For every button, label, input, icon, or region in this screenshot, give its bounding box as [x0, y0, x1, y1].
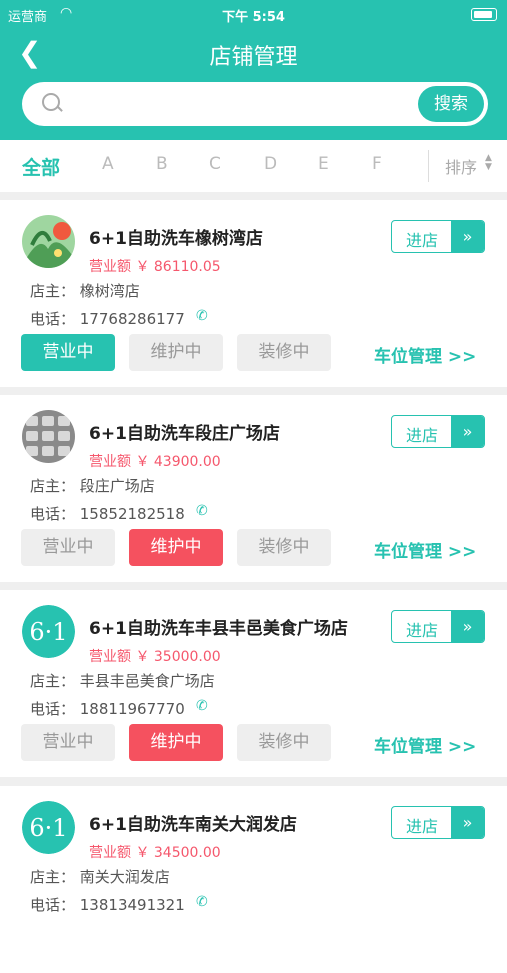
filter-bar: 全部 A B C D E F 排序 ▲ ▼ [0, 140, 507, 192]
sort-button[interactable]: 排序 [445, 154, 477, 178]
store-name: 6+1自助洗车丰县丰邑美食广场店 [89, 619, 348, 639]
store-avatar [22, 410, 75, 463]
parking-management-link[interactable]: 车位管理 >> [374, 537, 476, 562]
store-revenue: 营业额 ￥ 86110.05 [89, 259, 221, 275]
sort-icon: ▲ ▼ [485, 153, 492, 172]
store-phone: 电话： 13813491321 [30, 896, 185, 914]
double-chevron-right-icon: » [451, 807, 484, 838]
enter-store-button[interactable]: 进店 » [391, 806, 485, 839]
search-input[interactable]: 搜索 [22, 82, 488, 126]
status-renovation-button[interactable]: 装修中 [237, 334, 331, 371]
tab-e[interactable]: E [318, 154, 329, 174]
store-owner: 店主： 橡树湾店 [30, 282, 140, 300]
store-card: 6+1自助洗车橡树湾店 营业额 ￥ 86110.05 店主： 橡树湾店 电话： … [0, 200, 507, 387]
double-chevron-right-icon: » [451, 611, 484, 642]
battery-icon [471, 8, 497, 21]
store-card: 6·1 6+1自助洗车丰县丰邑美食广场店 营业额 ￥ 35000.00 店主： … [0, 590, 507, 777]
status-open-button[interactable]: 营业中 [21, 529, 115, 566]
status-renovation-button[interactable]: 装修中 [237, 529, 331, 566]
store-phone: 电话： 18811967770 [30, 700, 185, 718]
store-revenue: 营业额 ￥ 34500.00 [89, 845, 221, 861]
status-maintenance-button[interactable]: 维护中 [129, 334, 223, 371]
enter-store-label: 进店 [405, 817, 438, 836]
tab-f[interactable]: F [372, 154, 382, 174]
enter-store-button[interactable]: 进店 » [391, 220, 485, 253]
phone-icon[interactable]: ✆ [196, 894, 208, 910]
store-avatar [22, 215, 75, 268]
tab-b[interactable]: B [156, 154, 168, 174]
store-card: 6·1 6+1自助洗车南关大润发店 营业额 ￥ 34500.00 店主： 南关大… [0, 786, 507, 973]
phone-icon[interactable]: ✆ [196, 503, 208, 519]
nav-bar: ❮ 店铺管理 [0, 30, 507, 80]
enter-store-label: 进店 [405, 231, 438, 250]
logo-text: 6·1 [29, 618, 67, 646]
store-name: 6+1自助洗车橡树湾店 [89, 229, 263, 249]
status-bar: 运营商 ◠ 下午 5:54 [0, 0, 507, 30]
store-owner: 店主： 南关大润发店 [30, 868, 170, 886]
double-chevron-right-icon: » [451, 416, 484, 447]
enter-store-button[interactable]: 进店 » [391, 610, 485, 643]
status-maintenance-button[interactable]: 维护中 [129, 529, 223, 566]
parking-management-link[interactable]: 车位管理 >> [374, 732, 476, 757]
enter-store-button[interactable]: 进店 » [391, 415, 485, 448]
store-name: 6+1自助洗车南关大润发店 [89, 815, 297, 835]
store-avatar: 6·1 [22, 801, 75, 854]
logo-text: 6·1 [29, 814, 67, 842]
store-avatar: 6·1 [22, 605, 75, 658]
enter-store-label: 进店 [405, 621, 438, 640]
tab-d[interactable]: D [264, 154, 277, 174]
store-phone: 电话： 15852182518 [30, 505, 185, 523]
enter-store-label: 进店 [405, 426, 438, 445]
tab-all[interactable]: 全部 [22, 153, 60, 180]
store-owner: 店主： 段庄广场店 [30, 477, 155, 495]
status-renovation-button[interactable]: 装修中 [237, 724, 331, 761]
search-icon [42, 93, 60, 111]
page-title: 店铺管理 [209, 45, 298, 70]
phone-icon[interactable]: ✆ [196, 308, 208, 324]
tab-c[interactable]: C [209, 154, 221, 174]
status-open-button[interactable]: 营业中 [21, 334, 115, 371]
divider [428, 150, 429, 182]
search-bar: 搜索 [0, 80, 507, 140]
status-maintenance-button[interactable]: 维护中 [129, 724, 223, 761]
status-open-button[interactable]: 营业中 [21, 724, 115, 761]
store-revenue: 营业额 ￥ 35000.00 [89, 649, 221, 665]
store-card: 6+1自助洗车段庄广场店 营业额 ￥ 43900.00 店主： 段庄广场店 电话… [0, 395, 507, 582]
parking-management-link[interactable]: 车位管理 >> [374, 342, 476, 367]
search-button[interactable]: 搜索 [418, 86, 484, 122]
status-time: 下午 5:54 [222, 10, 285, 25]
store-phone: 电话： 17768286177 [30, 310, 185, 328]
store-revenue: 营业额 ￥ 43900.00 [89, 454, 221, 470]
tab-a[interactable]: A [102, 154, 114, 174]
store-owner: 店主： 丰县丰邑美食广场店 [30, 672, 215, 690]
store-name: 6+1自助洗车段庄广场店 [89, 424, 280, 444]
double-chevron-right-icon: » [451, 221, 484, 252]
phone-icon[interactable]: ✆ [196, 698, 208, 714]
